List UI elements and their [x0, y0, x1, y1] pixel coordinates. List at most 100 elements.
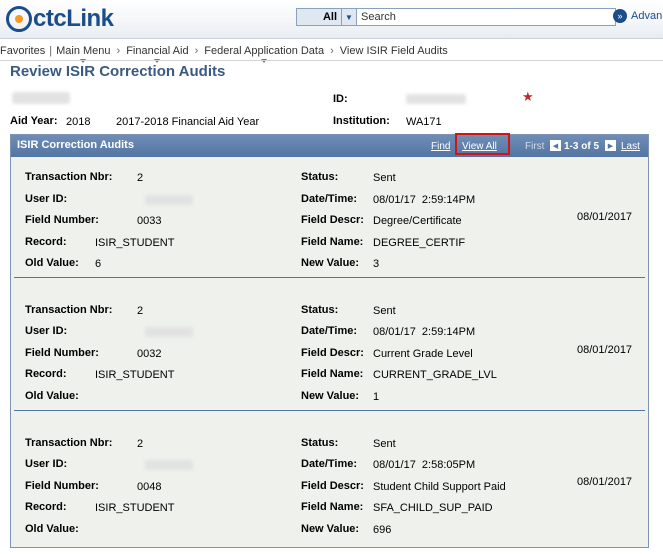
id-label: ID:	[333, 93, 348, 105]
new-value-label: New Value:	[301, 523, 360, 535]
date-time-value: 08/01/17 2:59:14PM	[373, 194, 476, 206]
field-number-value: 0048	[137, 481, 162, 493]
field-descr-label: Field Descr:	[301, 347, 364, 359]
status-label: Status:	[301, 437, 339, 449]
field-descr-value: Degree/Certificate	[373, 215, 462, 227]
field-name-value: SFA_CHILD_SUP_PAID	[373, 502, 493, 514]
record-value: ISIR_STUDENT	[95, 502, 175, 514]
isir-correction-audits-grid: ISIR Correction Audits Find View All Fir…	[10, 133, 649, 548]
old-value-label: Old Value:	[25, 523, 79, 535]
aid-year-label: Aid Year:	[10, 115, 58, 127]
user-id-redacted	[145, 460, 193, 470]
date-time-label: Date/Time:	[301, 458, 358, 470]
star-icon: ★	[522, 89, 534, 104]
advanced-search-icon[interactable]: »	[613, 9, 627, 23]
next-arrow-icon[interactable]: ▶	[605, 140, 616, 151]
field-name-value: CURRENT_GRADE_LVL	[373, 369, 497, 381]
field-descr-label: Field Descr:	[301, 214, 364, 226]
grid-title: ISIR Correction Audits	[17, 139, 134, 151]
previous-arrow-icon[interactable]: ◀	[550, 140, 561, 151]
status-label: Status:	[301, 304, 339, 316]
new-value-label: New Value:	[301, 257, 360, 269]
field-number-label: Field Number:	[25, 347, 99, 359]
new-value: 696	[373, 524, 392, 536]
search-input[interactable]: Search	[357, 8, 616, 26]
chevron-right-icon: ›	[194, 45, 199, 57]
audit-date: 08/01/2017	[577, 211, 633, 223]
breadcrumb-divider: |	[49, 45, 53, 57]
field-number-value: 0032	[137, 348, 162, 360]
field-name-label: Field Name:	[301, 236, 364, 248]
user-id-label: User ID:	[25, 193, 68, 205]
status-value: Sent	[373, 438, 396, 450]
date-time-label: Date/Time:	[301, 193, 358, 205]
audit-row: Transaction Nbr: 2 User ID: Field Number…	[11, 413, 648, 547]
student-id-redacted	[406, 94, 466, 104]
user-id-label: User ID:	[25, 325, 68, 337]
status-value: Sent	[373, 305, 396, 317]
grid-find-link[interactable]: Find	[431, 141, 450, 152]
record-label: Record:	[25, 368, 67, 380]
record-value: ISIR_STUDENT	[95, 369, 175, 381]
transaction-nbr-value: 2	[137, 438, 144, 450]
row-divider	[14, 277, 645, 278]
field-name-label: Field Name:	[301, 501, 364, 513]
aid-year-description: 2017-2018 Financial Aid Year	[116, 116, 260, 128]
field-descr-value: Current Grade Level	[373, 348, 473, 360]
advanced-search-link[interactable]: Advan	[631, 10, 663, 22]
user-id-redacted	[145, 195, 193, 205]
app-header: ctcLink All ▼ Search » Advan	[0, 0, 663, 39]
breadcrumb-favorites[interactable]: Favorites	[0, 45, 45, 57]
page-title: Review ISIR Correction Audits	[10, 63, 226, 80]
field-number-label: Field Number:	[25, 480, 99, 492]
user-id-redacted	[145, 327, 193, 337]
field-name-label: Field Name:	[301, 368, 364, 380]
transaction-nbr-label: Transaction Nbr:	[25, 171, 113, 183]
date-time-label: Date/Time:	[301, 325, 358, 337]
status-label: Status:	[301, 171, 339, 183]
date-time-value: 08/01/17 2:59:14PM	[373, 326, 476, 338]
breadcrumb-main-menu[interactable]: Main Menu	[56, 45, 111, 63]
field-number-label: Field Number:	[25, 214, 99, 226]
institution-value: WA171	[406, 116, 442, 128]
grid-last-link[interactable]: Last	[621, 141, 640, 152]
record-value: ISIR_STUDENT	[95, 237, 175, 249]
user-id-label: User ID:	[25, 458, 68, 470]
audit-row: Transaction Nbr: 2 User ID: Field Number…	[11, 157, 648, 279]
breadcrumb-financial-aid[interactable]: Financial Aid	[126, 45, 189, 63]
breadcrumb: Favorites | Main Menu › Financial Aid › …	[0, 43, 448, 63]
breadcrumb-federal-application-data[interactable]: Federal Application Data	[204, 45, 324, 63]
grid-header: ISIR Correction Audits Find View All Fir…	[11, 133, 648, 157]
audit-date: 08/01/2017	[577, 476, 633, 488]
audit-date: 08/01/2017	[577, 344, 633, 356]
transaction-nbr-value: 2	[137, 172, 144, 184]
transaction-nbr-label: Transaction Nbr:	[25, 304, 113, 316]
field-number-value: 0033	[137, 215, 162, 227]
logo-mark-icon	[6, 6, 32, 32]
search-bar: All ▼ Search	[296, 8, 616, 26]
view-all-highlight	[455, 133, 510, 155]
chevron-down-icon[interactable]: ▼	[342, 8, 357, 26]
logo-text: ctcLink	[33, 5, 114, 32]
audit-row: Transaction Nbr: 2 User ID: Field Number…	[11, 279, 648, 413]
record-label: Record:	[25, 501, 67, 513]
breadcrumb-view-isir-field-audits: View ISIR Field Audits	[339, 45, 448, 57]
old-value: 6	[95, 258, 102, 270]
search-scope-select[interactable]: All	[296, 8, 342, 26]
old-value-label: Old Value:	[25, 390, 79, 402]
transaction-nbr-value: 2	[137, 305, 144, 317]
date-time-value: 08/01/17 2:58:05PM	[373, 459, 476, 471]
ctclink-logo[interactable]: ctcLink	[6, 4, 114, 34]
new-value: 3	[373, 258, 380, 270]
new-value: 1	[373, 391, 380, 403]
grid-first-label: First	[525, 141, 545, 152]
chevron-right-icon: ›	[330, 45, 334, 57]
grid-row-range: 1-3 of 5	[564, 141, 600, 152]
record-label: Record:	[25, 236, 67, 248]
row-divider	[14, 410, 645, 411]
grid-find-wrap: Find	[431, 141, 450, 152]
field-descr-value: Student Child Support Paid	[373, 481, 506, 493]
field-descr-label: Field Descr:	[301, 480, 364, 492]
student-name-redacted	[12, 92, 70, 104]
status-value: Sent	[373, 172, 396, 184]
